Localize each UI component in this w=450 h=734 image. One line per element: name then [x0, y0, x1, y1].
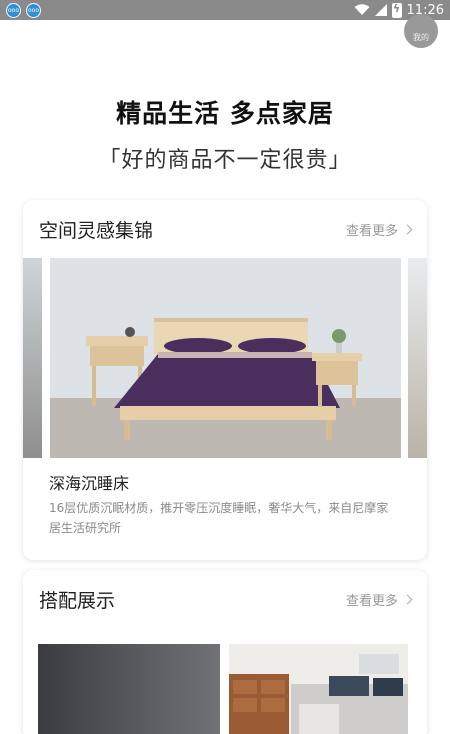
- profile-badge-label: 我的: [413, 33, 429, 42]
- inspiration-title: 空间灵感集锦: [39, 219, 154, 242]
- showcase-image-2[interactable]: [229, 644, 408, 734]
- more-label: 查看更多: [345, 223, 398, 239]
- chevron-right-icon: [402, 594, 413, 604]
- home-page: 我的 精品生活 多点家居 「好的商品不一定很贵」 空间灵感集锦 查看更多 深海沉…: [0, 14, 450, 734]
- profile-badge[interactable]: 我的: [404, 14, 438, 48]
- product-image-bed[interactable]: [50, 258, 401, 458]
- more-label: 查看更多: [345, 593, 398, 609]
- hero-subtitle: 「好的商品不一定很贵」: [98, 148, 352, 173]
- inspiration-header: 空间灵感集锦 查看更多: [23, 200, 427, 258]
- showcase-header: 搭配展示 查看更多: [23, 570, 427, 628]
- living-room-illustration: [229, 644, 408, 734]
- carousel-prev-image[interactable]: [23, 258, 42, 458]
- hero-title: 精品生活 多点家居: [116, 99, 334, 128]
- showcase-image-1[interactable]: [38, 644, 220, 734]
- signal-icon: [374, 4, 387, 16]
- status-bar: ooo ooo 11:26: [0, 0, 450, 20]
- inspiration-carousel[interactable]: [23, 258, 427, 458]
- notification-app-icon: ooo: [26, 2, 41, 18]
- showcase-more-link[interactable]: 查看更多: [345, 590, 413, 609]
- inspiration-card: 空间灵感集锦 查看更多 深海沉睡床 16层优质沉眠材质，推开零压沉度睡眠，奢华大…: [23, 200, 427, 560]
- chevron-right-icon: [402, 224, 413, 234]
- showcase-gallery: [38, 644, 408, 734]
- product-description: 16层优质沉眠材质，推开零压沉度睡眠，奢华大气，来自尼摩家居生活研究所: [49, 501, 389, 535]
- showcase-title: 搭配展示: [39, 589, 116, 612]
- bed-illustration: [50, 258, 401, 458]
- showcase-card: 搭配展示 查看更多: [23, 570, 427, 734]
- carousel-next-image[interactable]: [408, 258, 427, 458]
- product-name[interactable]: 深海沉睡床: [49, 470, 129, 494]
- wifi-icon: [354, 4, 370, 15]
- notification-app-icon: ooo: [6, 2, 21, 18]
- battery-icon: [391, 2, 402, 18]
- inspiration-more-link[interactable]: 查看更多: [345, 220, 413, 239]
